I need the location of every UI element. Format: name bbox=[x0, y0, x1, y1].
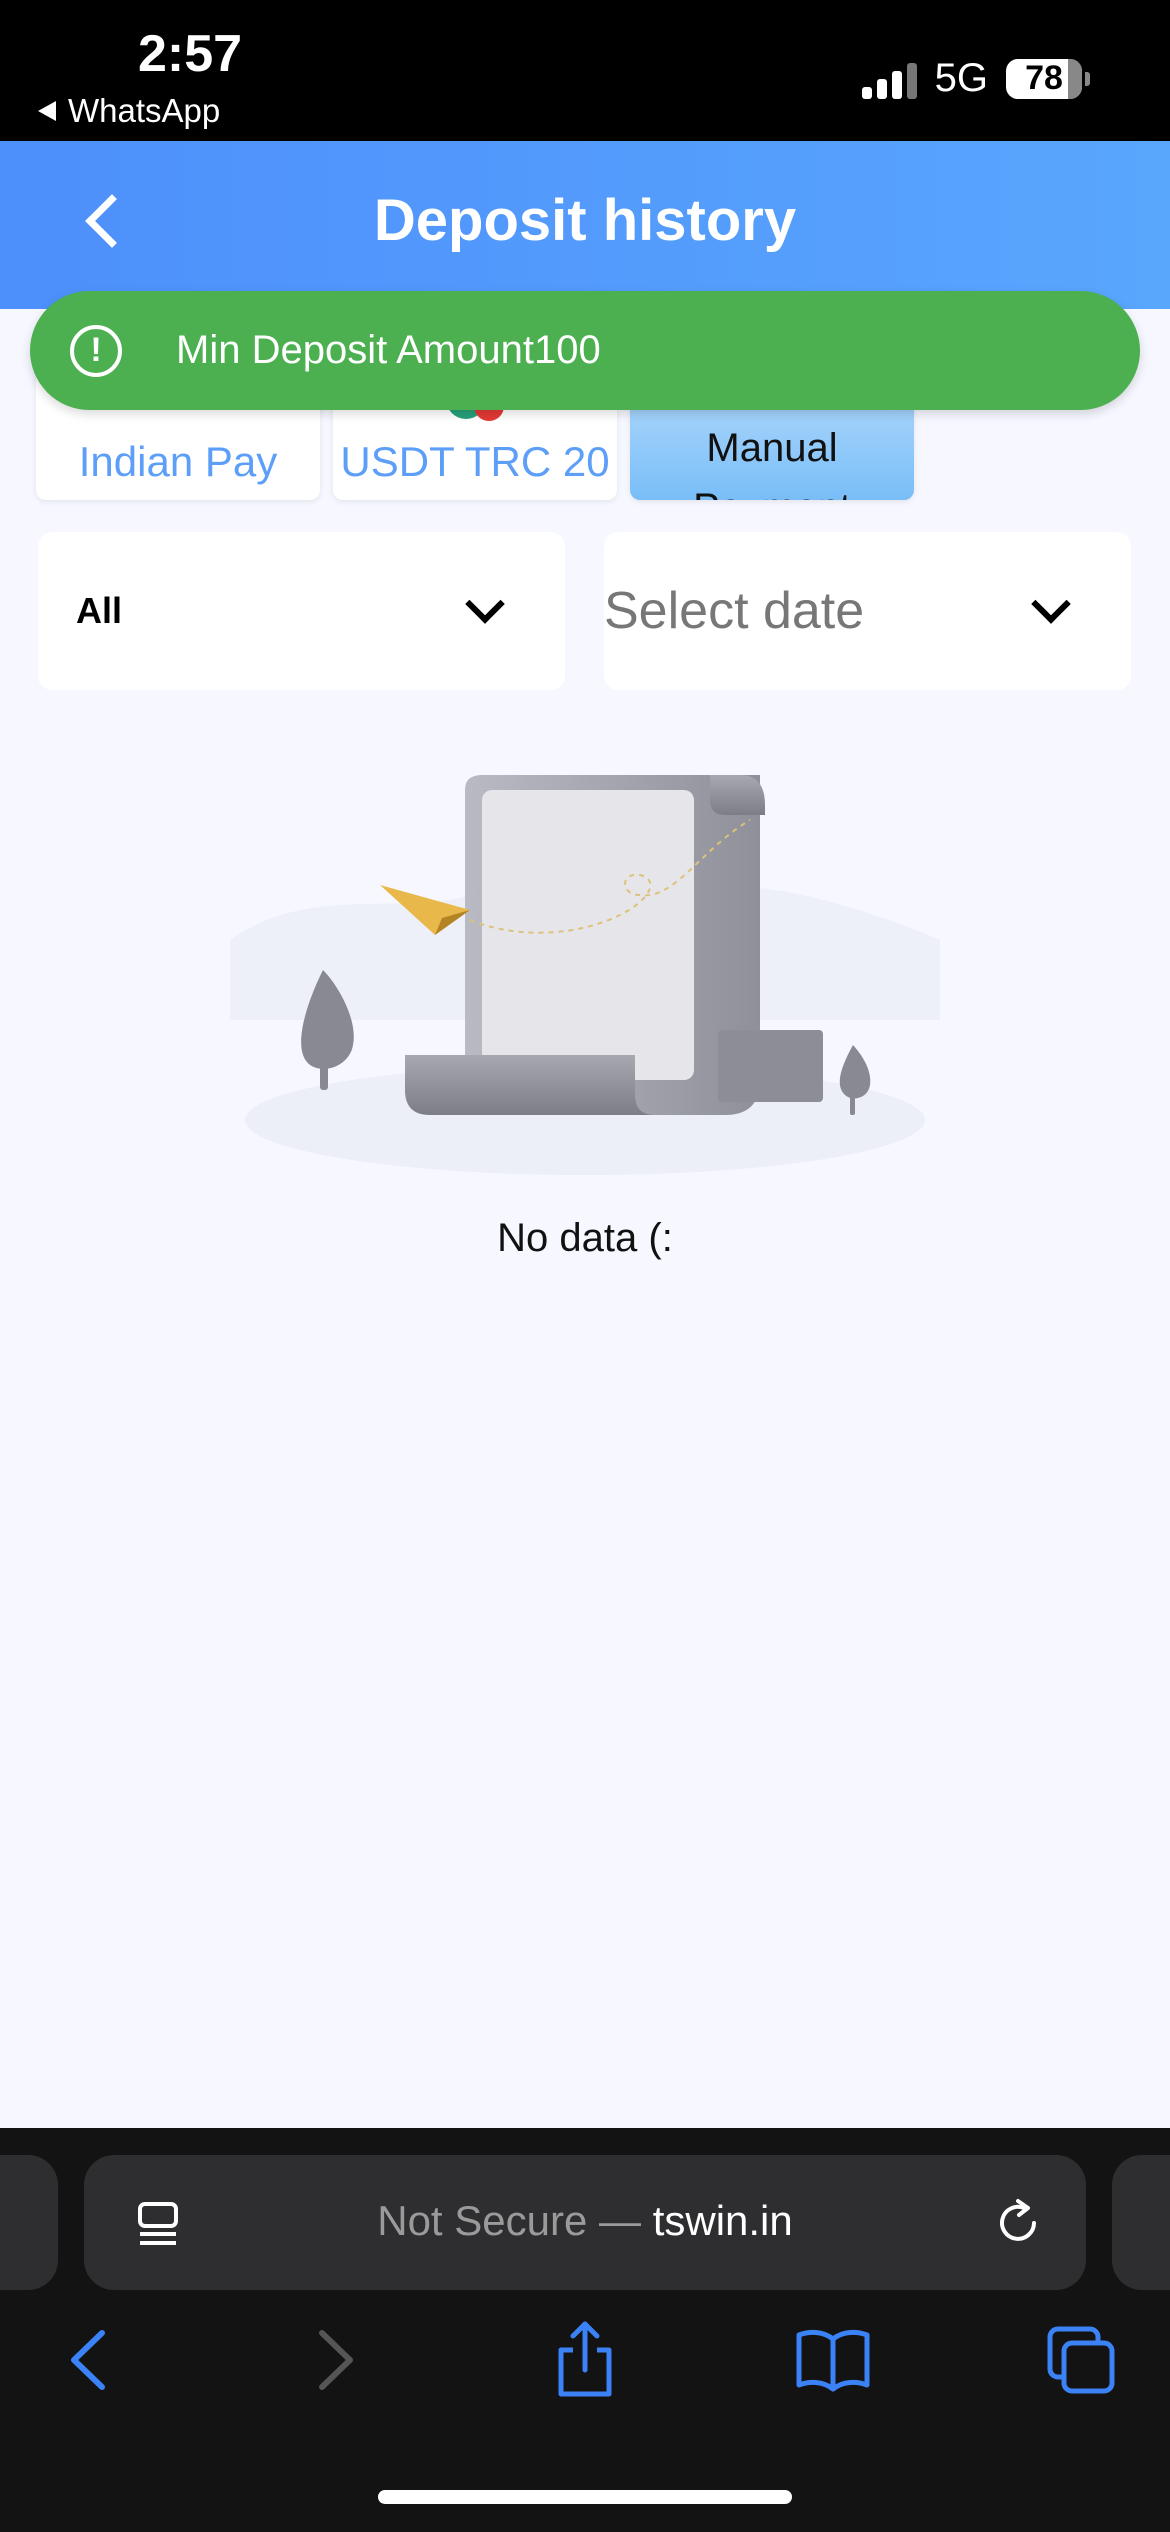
exclamation-circle-icon: ! bbox=[70, 324, 122, 377]
chevron-left-icon bbox=[71, 2330, 105, 2390]
battery-level: 78 bbox=[1025, 59, 1063, 97]
min-deposit-toast: ! Min Deposit Amount100 bbox=[30, 291, 1140, 410]
tabs-icon bbox=[1047, 2326, 1115, 2394]
back-triangle-icon bbox=[38, 101, 56, 121]
book-icon bbox=[796, 2329, 870, 2392]
next-tab-preview[interactable] bbox=[1112, 2155, 1170, 2290]
empty-state-illustration bbox=[230, 775, 940, 1175]
share-icon bbox=[558, 2321, 612, 2397]
chevron-down-icon bbox=[465, 584, 505, 624]
url-domain: tswin.in bbox=[652, 2197, 793, 2244]
safari-nav-row bbox=[0, 2315, 1170, 2415]
url-security-label: Not Secure — bbox=[377, 2197, 653, 2244]
status-time: 2:57 bbox=[138, 25, 243, 83]
address-bar[interactable]: Not Secure — tswin.in bbox=[84, 2155, 1086, 2290]
date-filter-placeholder: Select date bbox=[604, 582, 865, 640]
network-type: 5G bbox=[934, 56, 988, 100]
status-indicators: 5G 78 bbox=[861, 56, 1090, 101]
bookmarks-button[interactable] bbox=[788, 2315, 878, 2405]
tab-label: USDT TRC 20 bbox=[340, 438, 610, 485]
home-indicator[interactable] bbox=[378, 2490, 792, 2504]
browser-back-button[interactable] bbox=[42, 2315, 132, 2405]
empty-message: No data (: bbox=[497, 1216, 673, 1260]
page-title: Deposit history bbox=[373, 188, 797, 253]
app-header: Deposit history bbox=[0, 141, 1170, 309]
chevron-right-icon bbox=[319, 2330, 353, 2390]
reload-icon[interactable] bbox=[990, 2195, 1046, 2251]
type-filter-value: All bbox=[76, 590, 123, 631]
cellular-signal-icon bbox=[861, 59, 917, 99]
share-button[interactable] bbox=[540, 2315, 630, 2405]
tabs-button[interactable] bbox=[1036, 2315, 1126, 2405]
chevron-down-icon bbox=[1031, 584, 1071, 624]
type-filter-select[interactable]: All bbox=[38, 532, 565, 690]
url-text: Not Secure — tswin.in bbox=[84, 2197, 1086, 2245]
previous-tab-preview[interactable] bbox=[0, 2155, 58, 2290]
date-filter-select[interactable]: Select date bbox=[604, 532, 1131, 690]
toast-message: Min Deposit Amount100 bbox=[176, 328, 601, 372]
tab-label: Indian Pay bbox=[78, 438, 278, 485]
battery-icon: 78 bbox=[1006, 58, 1090, 99]
back-app-label: WhatsApp bbox=[68, 92, 221, 129]
browser-forward-button[interactable] bbox=[292, 2315, 382, 2405]
tab-label: Manual Payment bbox=[693, 426, 851, 500]
back-to-app-link[interactable]: WhatsApp bbox=[38, 92, 220, 130]
status-bar: 2:57 WhatsApp 5G 78 bbox=[0, 0, 1170, 141]
